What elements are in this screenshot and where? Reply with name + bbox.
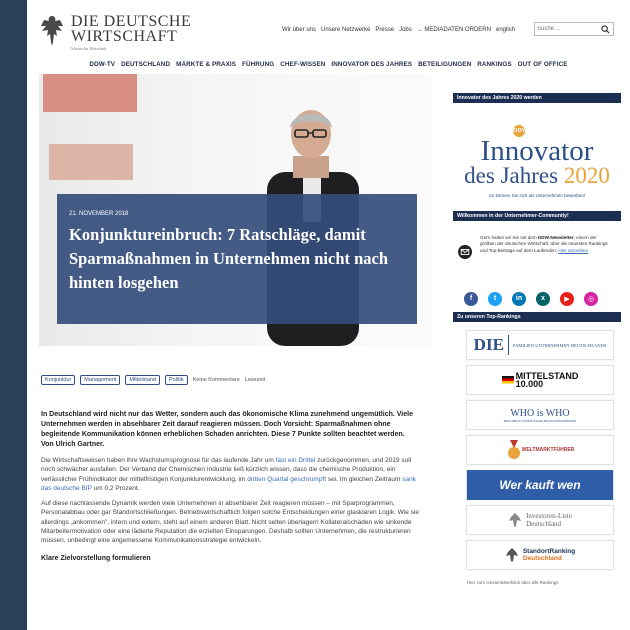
link-fast-ein-drittel[interactable]: fast ein Drittel [276,457,316,464]
toplink-english[interactable]: english [496,27,515,33]
comments-link[interactable]: Keine Kommentare [193,377,240,383]
mail-icon [458,245,472,259]
eagle-icon [509,513,522,527]
top-links: Wir über uns Unsere Netzwerke Presse Job… [282,27,520,33]
flag-icon [501,376,514,384]
ranking-who-is-who[interactable]: WHO is WHO DER DEUTSCHEN FAMILIENUNTERNE… [466,400,614,430]
article-body: In Deutschland wird nicht nur das Wetter… [41,410,419,562]
toplink-mediadata[interactable]: → MEDIADATEN ORDERN [417,27,491,33]
link-drittes-quartal[interactable]: dritten Quartal geschrumpft [247,476,326,483]
nav-item-fuehrung[interactable]: FÜHRUNG [242,61,274,68]
nav-item-rankings[interactable]: RANKINGS [477,61,511,68]
newsletter-signup-link[interactable]: Hier anmelden [558,248,588,253]
nav-item-deutschland[interactable]: DEUTSCHLAND [121,61,170,68]
toplink-press[interactable]: Presse [375,27,394,33]
ranking-list: DIE FAMILIEN UNTERNEHMEN DEUTSCHLANDS MI… [453,322,621,570]
innovator-subtitle: des Jahres 2020 [464,163,610,188]
tag-politik[interactable]: Politik [165,375,188,385]
article-title[interactable]: Konjunktureinbruch: 7 Ratschläge, damit … [69,223,399,295]
hero-wall-art-2 [49,144,133,180]
site-logo[interactable]: DIE DEUTSCHE WIRTSCHAFT Wissen für Wirts… [39,14,191,51]
innovator-apply-text: So können Sie sich als Unternehmen bewer… [488,193,586,198]
nav-item-maerkte[interactable]: MÄRKTE & PRAXIS [176,61,236,68]
search-icon[interactable] [601,25,610,34]
toplink-networks[interactable]: Unsere Netzwerke [321,27,370,33]
ranking-wer-kauft-wen[interactable]: Wer kauft wen [466,470,614,500]
article-subheading: Klare Zielvorstellung formulieren [41,554,151,562]
newsletter-text: Gern halten wir Sie mit dem DDW-Newslett… [480,235,608,253]
sidebar-heading-innovator: Innovator des Jahres 2020 werden [453,93,621,103]
xing-icon[interactable]: x [536,291,550,306]
twitter-icon[interactable]: t [488,291,502,306]
nav-item-innovator[interactable]: INNOVATOR DES JAHRES [331,61,412,68]
page: DIE DEUTSCHE WIRTSCHAFT Wissen für Wirts… [27,0,630,630]
rankings-overview-link[interactable]: Hier zum Gesamtüberblick über alle Ranki… [453,580,621,585]
nav-item-beteiligungen[interactable]: BETEILIGUNGEN [418,61,471,68]
innovator-banner[interactable]: DDW Innovator des Jahres 2020 So können … [453,103,621,211]
tag-list: Konjunktur Management Mittelstand Politi… [41,375,270,385]
youtube-icon[interactable]: ▶ [560,291,574,306]
toplink-about[interactable]: Wir über uns [282,27,316,33]
reading-time: Lesezeit [244,377,266,383]
ranking-mittelstand[interactable]: MITTELSTAND 10.000 [466,365,614,395]
medal-icon [507,440,520,459]
linkedin-icon[interactable]: in [512,291,526,306]
header: DIE DEUTSCHE WIRTSCHAFT Wissen für Wirts… [27,0,630,56]
tag-mittelstand[interactable]: Mittelstand [125,375,161,385]
article-paragraph-2: Auf diese nachlassende Dynamik werden vi… [41,500,419,545]
toplink-jobs[interactable]: Jobs [399,27,412,33]
logo-line1: DIE DEUTSCHE [71,13,192,30]
tag-management[interactable]: Management [80,375,121,385]
article-date: 21. NOVEMBER 2018 [69,211,129,217]
hero-image[interactable]: 21. NOVEMBER 2018 Konjunktureinbruch: 7 … [39,74,433,346]
article-paragraph: Die Wirtschaftsweisen haben ihre Wachstu… [41,457,417,492]
ranking-standort[interactable]: StandortRanking Deutschland [466,540,614,570]
ranking-die-1000[interactable]: DIE FAMILIEN UNTERNEHMEN DEUTSCHLANDS [466,330,614,360]
hero-wall-art [43,74,137,112]
logo-line2: WIRTSCHAFT [71,28,178,45]
search-input[interactable] [537,24,597,34]
sidebar-heading-rankings: Zu unseren Top-Rankings [453,312,621,322]
eagle-icon [505,548,518,562]
facebook-icon[interactable]: f [464,291,478,306]
search-box [534,22,614,36]
sidebar-heading-community: Willkommen in der Unternehmer-Community! [453,211,621,221]
nav-item-ddw-tv[interactable]: DDW-TV [89,61,115,68]
sidebar: Innovator des Jahres 2020 werden DDW Inn… [453,93,621,585]
instagram-icon[interactable]: ◎ [584,291,598,306]
main-nav: DDW-TV DEUTSCHLAND MÄRKTE & PRAXIS FÜHRU… [27,56,630,72]
nav-item-out-of-office[interactable]: OUT OF OFFICE [518,61,568,68]
article-lead: In Deutschland wird nicht nur das Wetter… [41,411,413,448]
tag-konjunktur[interactable]: Konjunktur [41,375,76,385]
eagle-icon [41,16,63,46]
ranking-investoren-liste[interactable]: Investoren-Liste Deutschland [466,505,614,535]
hero-caption[interactable]: 21. NOVEMBER 2018 Konjunktureinbruch: 7 … [57,194,417,324]
social-links: f t in x ▶ ◎ [453,285,621,312]
newsletter-box: Gern halten wir Sie mit dem DDW-Newslett… [453,221,621,285]
logo-subline: Wissen für Wirtschaft [71,46,106,51]
nav-item-chef-wissen[interactable]: CHEF-WISSEN [280,61,325,68]
ranking-weltmarktfuehrer[interactable]: WELTMARKTFÜHRER [466,435,614,465]
